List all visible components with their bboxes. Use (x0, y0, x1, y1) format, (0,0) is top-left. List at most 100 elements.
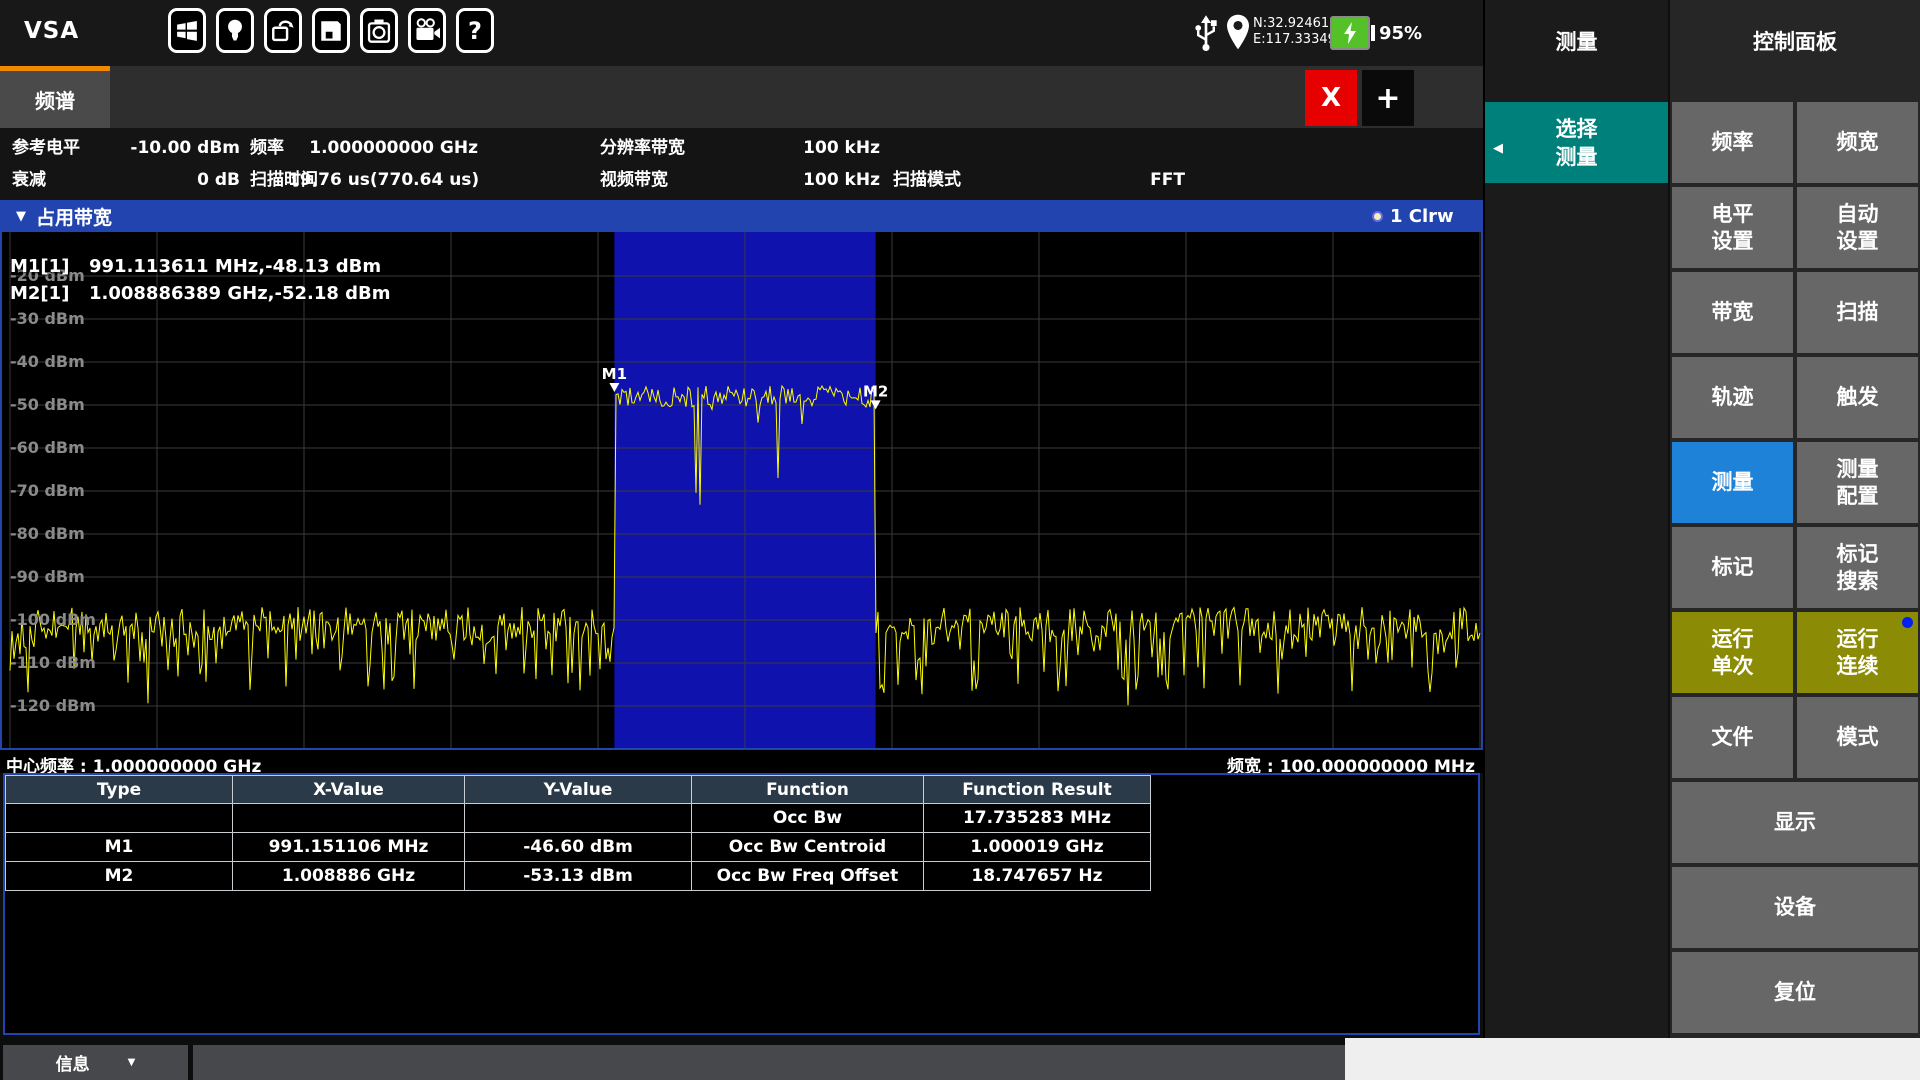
control-button-span[interactable]: 频宽 (1797, 102, 1918, 183)
ref-level-label: 参考电平 (12, 132, 80, 164)
control-button-reset[interactable]: 复位 (1672, 952, 1918, 1033)
select-measurement-button[interactable]: ◀ 选择 测量 (1485, 102, 1668, 183)
trace-badge[interactable]: 1 Clrw (1372, 200, 1454, 232)
table-cell: 1.000019 GHz (924, 833, 1151, 862)
battery-indicator: 95% (1330, 16, 1422, 50)
toolbar: ? (168, 8, 494, 53)
marker-label-M2[interactable]: M2 (863, 382, 888, 400)
y-axis-label: -70 dBm (10, 481, 85, 500)
control-button-trigger[interactable]: 触发 (1797, 357, 1918, 438)
table-cell: M2 (6, 862, 233, 891)
control-button-device[interactable]: 设备 (1672, 867, 1918, 948)
table-cell (6, 804, 233, 833)
spectrum-plot[interactable]: M1M2 -20 dBm-30 dBm-40 dBm-50 dBm-60 dBm… (0, 232, 1483, 750)
table-cell: Occ Bw Freq Offset (692, 862, 924, 891)
active-indicator-dot (1902, 617, 1913, 628)
record-icon[interactable] (408, 8, 446, 53)
table-cell: 17.735283 MHz (924, 804, 1151, 833)
usb-icon (1192, 13, 1220, 57)
collapse-caret-icon[interactable]: ▼ (16, 209, 26, 224)
control-button-trace[interactable]: 轨迹 (1672, 357, 1793, 438)
info-dropdown-label: 信息 (56, 1050, 90, 1075)
save-icon[interactable] (312, 8, 350, 53)
add-tab-button[interactable]: + (1362, 70, 1414, 126)
marker1-readout: M1[1] 991.113611 MHz,-48.13 dBm (10, 256, 381, 277)
camera-icon[interactable] (360, 8, 398, 53)
table-header: Function (692, 776, 924, 804)
table-cell: 18.747657 Hz (924, 862, 1151, 891)
battery-percent: 95% (1379, 23, 1422, 44)
control-button-sweep[interactable]: 扫描 (1797, 272, 1918, 353)
control-button-run-single[interactable]: 运行 单次 (1672, 612, 1793, 693)
y-axis-label: -120 dBm (10, 696, 96, 715)
control-button-measure-config[interactable]: 测量 配置 (1797, 442, 1918, 523)
y-axis-label: -60 dBm (10, 438, 85, 457)
status-message-area (193, 1045, 1345, 1080)
marker2-readout: M2[1] 1.008886389 GHz,-52.18 dBm (10, 283, 391, 304)
select-measurement-label: 选择 测量 (1556, 115, 1598, 171)
attenuation-label: 衰减 (12, 164, 46, 196)
measurement-panel: 测量 ◀ 选择 测量 (1485, 0, 1668, 1038)
control-button-display[interactable]: 显示 (1672, 782, 1918, 863)
control-button-frequency[interactable]: 频率 (1672, 102, 1793, 183)
bulb-icon[interactable] (216, 8, 254, 53)
windows-icon[interactable] (168, 8, 206, 53)
open-icon[interactable] (264, 8, 302, 53)
y-axis-label: -110 dBm (10, 653, 96, 672)
marker-label-M1[interactable]: M1 (602, 365, 627, 383)
chevron-left-icon: ◀ (1493, 135, 1503, 163)
table-cell (465, 804, 692, 833)
sweep-time-value[interactable]: 19.76 us(770.64 us) (288, 164, 478, 196)
help-icon[interactable]: ? (456, 8, 494, 53)
frequency-value[interactable]: 1.000000000 GHz (288, 132, 478, 164)
chart-title-bar[interactable]: ▼ 占用带宽 1 Clrw (0, 200, 1483, 232)
ref-level-value[interactable]: -10.00 dBm (90, 132, 240, 164)
y-axis-label: -30 dBm (10, 309, 85, 328)
vsa-app-window: VSA ? N:32.924611 E:117.333492 (0, 0, 1920, 1080)
table-header: X-Value (233, 776, 465, 804)
control-button-run-continuous[interactable]: 运行 连续 (1797, 612, 1918, 693)
table-row: M1991.151106 MHz-46.60 dBmOcc Bw Centroi… (6, 833, 1151, 862)
table-cell: -53.13 dBm (465, 862, 692, 891)
location-pin-icon (1224, 12, 1252, 58)
control-button-marker-search[interactable]: 标记 搜索 (1797, 527, 1918, 608)
table-cell: 991.151106 MHz (233, 833, 465, 862)
sweep-mode-value[interactable]: FFT (1005, 164, 1185, 196)
control-button-bandwidth[interactable]: 带宽 (1672, 272, 1793, 353)
chart-footer: 中心频率 : 1.000000000 GHz 频宽 : 100.00000000… (0, 750, 1483, 773)
marker2-name: M2[1] (10, 283, 89, 304)
table-row: M21.008886 GHz-53.13 dBmOcc Bw Freq Offs… (6, 862, 1151, 891)
table-header: Type (6, 776, 233, 804)
bottom-right-spacer (1345, 1038, 1920, 1080)
control-button-measure[interactable]: 测量 (1672, 442, 1793, 523)
table-cell (233, 804, 465, 833)
control-button-auto-setup[interactable]: 自动 设置 (1797, 187, 1918, 268)
control-button-file[interactable]: 文件 (1672, 697, 1793, 778)
info-dropdown[interactable]: 信息 ▼ (3, 1045, 188, 1080)
table-header: Y-Value (465, 776, 692, 804)
chevron-down-icon: ▼ (128, 1057, 136, 1068)
y-axis-label: -90 dBm (10, 567, 85, 586)
control-button-level-setup[interactable]: 电平 设置 (1672, 187, 1793, 268)
close-tab-button[interactable]: X (1305, 70, 1357, 126)
tab-spectrum[interactable]: 频谱 (0, 66, 110, 128)
rbw-value[interactable]: 100 kHz (730, 132, 880, 164)
table-row: Occ Bw17.735283 MHz (6, 804, 1151, 833)
marker1-name: M1[1] (10, 256, 89, 277)
parameter-row-2: 衰减 0 dB 扫描时间 19.76 us(770.64 us) 视频带宽 10… (0, 164, 1483, 196)
app-logo: VSA (24, 18, 79, 44)
vbw-label: 视频带宽 (600, 164, 668, 196)
vbw-value[interactable]: 100 kHz (730, 164, 880, 196)
marker1-value: 991.113611 MHz,-48.13 dBm (89, 256, 381, 277)
control-button-mode[interactable]: 模式 (1797, 697, 1918, 778)
control-panel-title: 控制面板 (1670, 24, 1920, 60)
table-header: Function Result (924, 776, 1151, 804)
control-button-marker[interactable]: 标记 (1672, 527, 1793, 608)
attenuation-value[interactable]: 0 dB (90, 164, 240, 196)
control-panel: 控制面板 频率频宽电平 设置自动 设置带宽扫描轨迹触发测量测量 配置标记标记 搜… (1670, 0, 1920, 1038)
measurement-panel-title: 测量 (1485, 24, 1668, 60)
tab-bar (0, 66, 1483, 128)
battery-icon (1330, 16, 1370, 50)
y-axis-label: -50 dBm (10, 395, 85, 414)
trace-badge-label: 1 Clrw (1390, 206, 1454, 227)
